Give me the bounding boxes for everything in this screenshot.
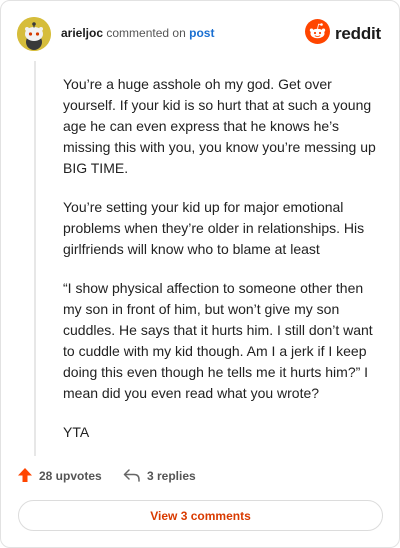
replies-button[interactable]: 3 replies <box>123 465 196 487</box>
reply-count: 3 replies <box>147 469 196 483</box>
comment-actions: 28 upvotes 3 replies <box>17 465 383 487</box>
reddit-logo-icon <box>304 19 330 49</box>
thread-line[interactable] <box>34 61 36 456</box>
post-link[interactable]: post <box>189 26 214 40</box>
comment-paragraph: “I show physical affection to someone ot… <box>63 280 373 401</box>
view-comments-button[interactable]: View 3 comments <box>18 500 383 531</box>
reddit-wordmark: reddit <box>334 24 381 43</box>
username-link[interactable]: arieljoc <box>61 26 103 40</box>
action-text: commented on <box>106 26 186 40</box>
comment-paragraph: You’re setting your kid up for major emo… <box>63 199 365 257</box>
upvote-count: 28 upvotes <box>39 469 102 483</box>
comment-paragraph: You’re a huge asshole oh my god. Get ove… <box>63 76 376 176</box>
comment-meta: arieljoc commented on post <box>61 26 214 40</box>
comment-paragraph: YTA <box>63 424 90 440</box>
comment-header: arieljoc commented on post reddit <box>17 17 383 51</box>
upvote-button[interactable]: 28 upvotes <box>17 465 102 487</box>
comment-card: arieljoc commented on post reddit You’re… <box>0 0 400 548</box>
comment-body: You’re a huge asshole oh my god. Get ove… <box>63 74 383 461</box>
reply-arrow-icon <box>123 467 147 486</box>
upvote-arrow-icon <box>17 467 39 486</box>
reddit-brand[interactable]: reddit <box>304 19 381 49</box>
snoo-avatar-icon[interactable] <box>17 17 51 51</box>
